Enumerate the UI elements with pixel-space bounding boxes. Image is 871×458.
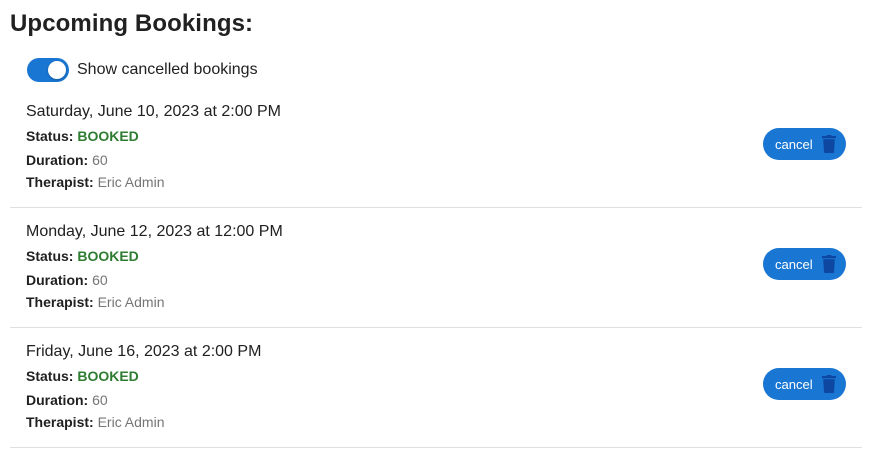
- status-badge: BOOKED: [77, 128, 139, 144]
- therapist-value: Eric Admin: [97, 174, 165, 190]
- duration-key: Duration:: [26, 272, 89, 288]
- therapist-value: Eric Admin: [97, 294, 165, 310]
- cancel-booking-button[interactable]: cancel: [763, 248, 846, 280]
- show-cancelled-label[interactable]: Show cancelled bookings: [77, 61, 258, 79]
- booking-list: Saturday, June 10, 2023 at 2:00 PM Statu…: [10, 88, 862, 448]
- booking-item: Saturday, June 10, 2023 at 2:00 PM Statu…: [10, 88, 862, 208]
- booking-therapist-line: Therapist: Eric Admin: [26, 174, 165, 190]
- booking-therapist-line: Therapist: Eric Admin: [26, 414, 165, 430]
- booking-duration-line: Duration: 60: [26, 272, 108, 288]
- show-cancelled-switch[interactable]: [27, 58, 69, 82]
- trash-icon: [821, 375, 836, 393]
- booking-duration-line: Duration: 60: [26, 152, 108, 168]
- status-badge: BOOKED: [77, 368, 139, 384]
- trash-icon: [821, 255, 836, 273]
- booking-date: Monday, June 12, 2023 at 12:00 PM: [26, 223, 283, 240]
- status-key: Status:: [26, 128, 74, 144]
- cancel-button-label: cancel: [775, 256, 813, 272]
- booking-status-line: Status: BOOKED: [26, 128, 139, 144]
- page-title: Upcoming Bookings:: [10, 10, 254, 37]
- therapist-key: Therapist:: [26, 294, 94, 310]
- booking-duration-line: Duration: 60: [26, 392, 108, 408]
- show-cancelled-toggle-row[interactable]: Show cancelled bookings: [27, 58, 258, 82]
- booking-date: Saturday, June 10, 2023 at 2:00 PM: [26, 103, 281, 120]
- booking-therapist-line: Therapist: Eric Admin: [26, 294, 165, 310]
- status-badge: BOOKED: [77, 248, 139, 264]
- duration-key: Duration:: [26, 392, 89, 408]
- duration-value: 60: [92, 392, 108, 408]
- cancel-booking-button[interactable]: cancel: [763, 128, 846, 160]
- booking-date: Friday, June 16, 2023 at 2:00 PM: [26, 343, 262, 360]
- therapist-key: Therapist:: [26, 174, 94, 190]
- cancel-button-label: cancel: [775, 136, 813, 152]
- switch-knob: [48, 61, 66, 79]
- duration-value: 60: [92, 272, 108, 288]
- cancel-booking-button[interactable]: cancel: [763, 368, 846, 400]
- booking-item: Monday, June 12, 2023 at 12:00 PM Status…: [10, 208, 862, 328]
- booking-item: Friday, June 16, 2023 at 2:00 PM Status:…: [10, 328, 862, 448]
- cancel-button-label: cancel: [775, 376, 813, 392]
- therapist-value: Eric Admin: [97, 414, 165, 430]
- booking-status-line: Status: BOOKED: [26, 368, 139, 384]
- status-key: Status:: [26, 368, 74, 384]
- duration-value: 60: [92, 152, 108, 168]
- duration-key: Duration:: [26, 152, 89, 168]
- booking-status-line: Status: BOOKED: [26, 248, 139, 264]
- therapist-key: Therapist:: [26, 414, 94, 430]
- trash-icon: [821, 135, 836, 153]
- status-key: Status:: [26, 248, 74, 264]
- bookings-page: Upcoming Bookings: Show cancelled bookin…: [0, 0, 871, 458]
